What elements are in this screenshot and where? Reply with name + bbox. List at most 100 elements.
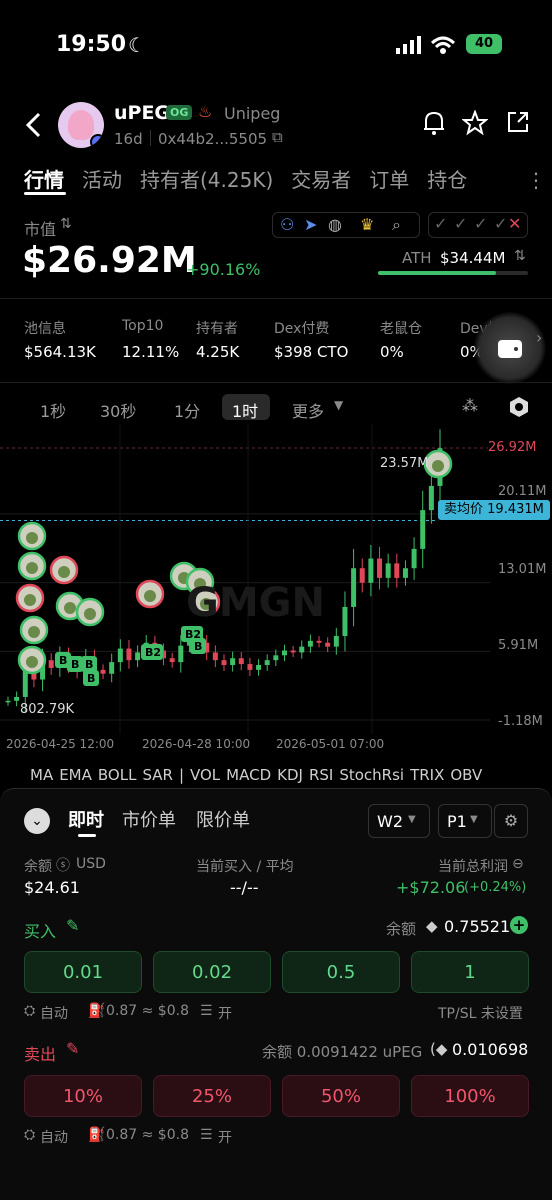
edit-icon[interactable]: ✎ (66, 1039, 79, 1058)
buy-amount-button[interactable]: 0.02 (153, 951, 271, 993)
search-icon[interactable]: ⌕ (392, 215, 401, 235)
tf-1s[interactable]: 1秒 (40, 398, 66, 422)
battery-icon: 40 (466, 34, 502, 54)
edit-icon[interactable]: ✎ (66, 916, 79, 935)
candle-body (385, 563, 391, 578)
candle-body (281, 650, 287, 656)
auto-label[interactable]: 自动 (40, 1003, 68, 1023)
candle-body (299, 646, 305, 653)
candle-body (48, 660, 54, 668)
candle-body (316, 640, 322, 643)
indicator-ma[interactable]: MA (30, 766, 53, 784)
share-icon[interactable] (506, 110, 530, 134)
buy-amount-button[interactable]: 1 (411, 951, 529, 993)
indicator-stochrsi[interactable]: StochRsi (339, 766, 404, 784)
candle-body (394, 563, 400, 578)
sort-icon[interactable]: ⇅ (60, 216, 72, 232)
gas-text[interactable]: 0.87 ≈ $0.8 (106, 1127, 189, 1143)
indicator-macd[interactable]: MACD (226, 766, 271, 784)
tf-more[interactable]: 更多 (292, 398, 324, 422)
fire-icon: ♨ (198, 102, 213, 121)
badge-icon[interactable]: ♛ (360, 215, 374, 234)
tab-positions[interactable]: 持仓 (427, 168, 467, 192)
trade-settings-icon[interactable]: ⚙ (494, 804, 528, 838)
moon-icon: ☾ (128, 33, 146, 57)
trader-avatar-face (28, 626, 40, 638)
collapse-icon[interactable]: ⌄ (24, 808, 50, 834)
indicator-obv[interactable]: OBV (450, 766, 482, 784)
balance-label: 余额 (24, 859, 52, 875)
trade-tab-instant[interactable]: 即时 (68, 806, 104, 832)
bell-icon[interactable] (422, 110, 446, 136)
sell-pct-button[interactable]: 10% (24, 1075, 142, 1117)
tab-holders[interactable]: 持有者(4.25K) (140, 168, 273, 192)
candle-body (307, 640, 313, 647)
tab-orders[interactable]: 订单 (369, 168, 409, 192)
buy-avg-value: --/-- (230, 878, 259, 897)
signal-icon (396, 36, 421, 54)
indicator-boll[interactable]: BOLL (98, 766, 137, 784)
stat-rat-label: 老鼠仓 (380, 321, 422, 337)
buy-marker-label: B (194, 640, 202, 653)
telegram-icon[interactable]: ➤ (304, 215, 317, 234)
tab-activity[interactable]: 活动 (82, 168, 122, 192)
settings-hex-icon[interactable] (508, 396, 530, 418)
pnl-label: 当前总利润 (438, 859, 508, 875)
sell-pct-button[interactable]: 100% (411, 1075, 529, 1117)
stat-top10-label: Top10 (122, 318, 164, 334)
indicator-kdj[interactable]: KDJ (277, 766, 303, 784)
tf-1h[interactable]: 1时 (232, 398, 258, 422)
x-tick: 2026-04-25 12:00 (6, 737, 115, 751)
stat-top10-value: 12.11% (122, 343, 180, 361)
star-icon[interactable] (462, 110, 488, 136)
trader-avatar-face (144, 590, 156, 602)
indicator-trix[interactable]: TRIX (410, 766, 444, 784)
candle-body (14, 696, 20, 701)
sort-icon[interactable]: ⇅ (514, 248, 526, 264)
drawing-tools-icon[interactable]: ⁂ (462, 396, 478, 415)
ath-label: ATH (402, 249, 432, 267)
cross-icon: ✕ (508, 214, 522, 233)
tf-30s[interactable]: 30秒 (100, 398, 136, 422)
wallet-select-value: W2 (377, 812, 403, 831)
caret-down-icon: ▼ (334, 398, 344, 412)
trade-tab-market[interactable]: 市价单 (122, 806, 176, 832)
eye-icon[interactable]: ⊖ (512, 856, 524, 872)
trade-tab-limit[interactable]: 限价单 (196, 806, 250, 832)
globe-icon[interactable]: ◍ (328, 215, 342, 234)
copy-icon[interactable]: ⧉ (272, 128, 283, 146)
tab-market[interactable]: 行情 (24, 168, 64, 192)
slippage-icon: ⛭ (24, 1003, 36, 1019)
chart-high-label: 23.57M (380, 456, 429, 471)
mev-icon: ☰ (200, 1127, 213, 1143)
indicator-rsi[interactable]: RSI (309, 766, 333, 784)
user-icon[interactable]: ⚇ (280, 215, 294, 234)
more-tabs-icon[interactable]: ⋮ (526, 168, 546, 192)
indicator-sar[interactable]: SAR (142, 766, 172, 784)
buy-amount-button[interactable]: 0.5 (282, 951, 400, 993)
auto-label[interactable]: 自动 (40, 1127, 68, 1147)
chevron-right-icon[interactable]: › (536, 328, 542, 347)
sell-pct-button[interactable]: 50% (282, 1075, 400, 1117)
add-funds-icon[interactable]: + (510, 916, 528, 934)
tpsl-label[interactable]: TP/SL 未设置 (438, 1003, 523, 1023)
token-address: 0x44b2...5505 (158, 130, 268, 148)
indicator-ema[interactable]: EMA (59, 766, 92, 784)
tab-traders[interactable]: 交易者 (291, 168, 351, 192)
indicator-separator: | (178, 766, 184, 784)
back-icon[interactable] (24, 112, 42, 138)
eth-icon: ◆ (426, 917, 438, 935)
trader-avatar-face (26, 532, 38, 544)
indicator-vol[interactable]: VOL (190, 766, 220, 784)
mev-open-label[interactable]: 开 (218, 1003, 232, 1023)
mev-open-label[interactable]: 开 (218, 1127, 232, 1147)
ath-value: $34.44M (440, 249, 506, 267)
sell-label: 卖出 (24, 1045, 57, 1064)
gas-icon: ⛽ (88, 1003, 106, 1019)
gas-text[interactable]: 0.87 ≈ $0.8 (106, 1003, 189, 1019)
slippage-icon: ⛭ (24, 1127, 36, 1143)
candle-body (230, 658, 236, 666)
buy-amount-button[interactable]: 0.01 (24, 951, 142, 993)
sell-pct-button[interactable]: 25% (153, 1075, 271, 1117)
tf-1m[interactable]: 1分 (174, 398, 200, 422)
